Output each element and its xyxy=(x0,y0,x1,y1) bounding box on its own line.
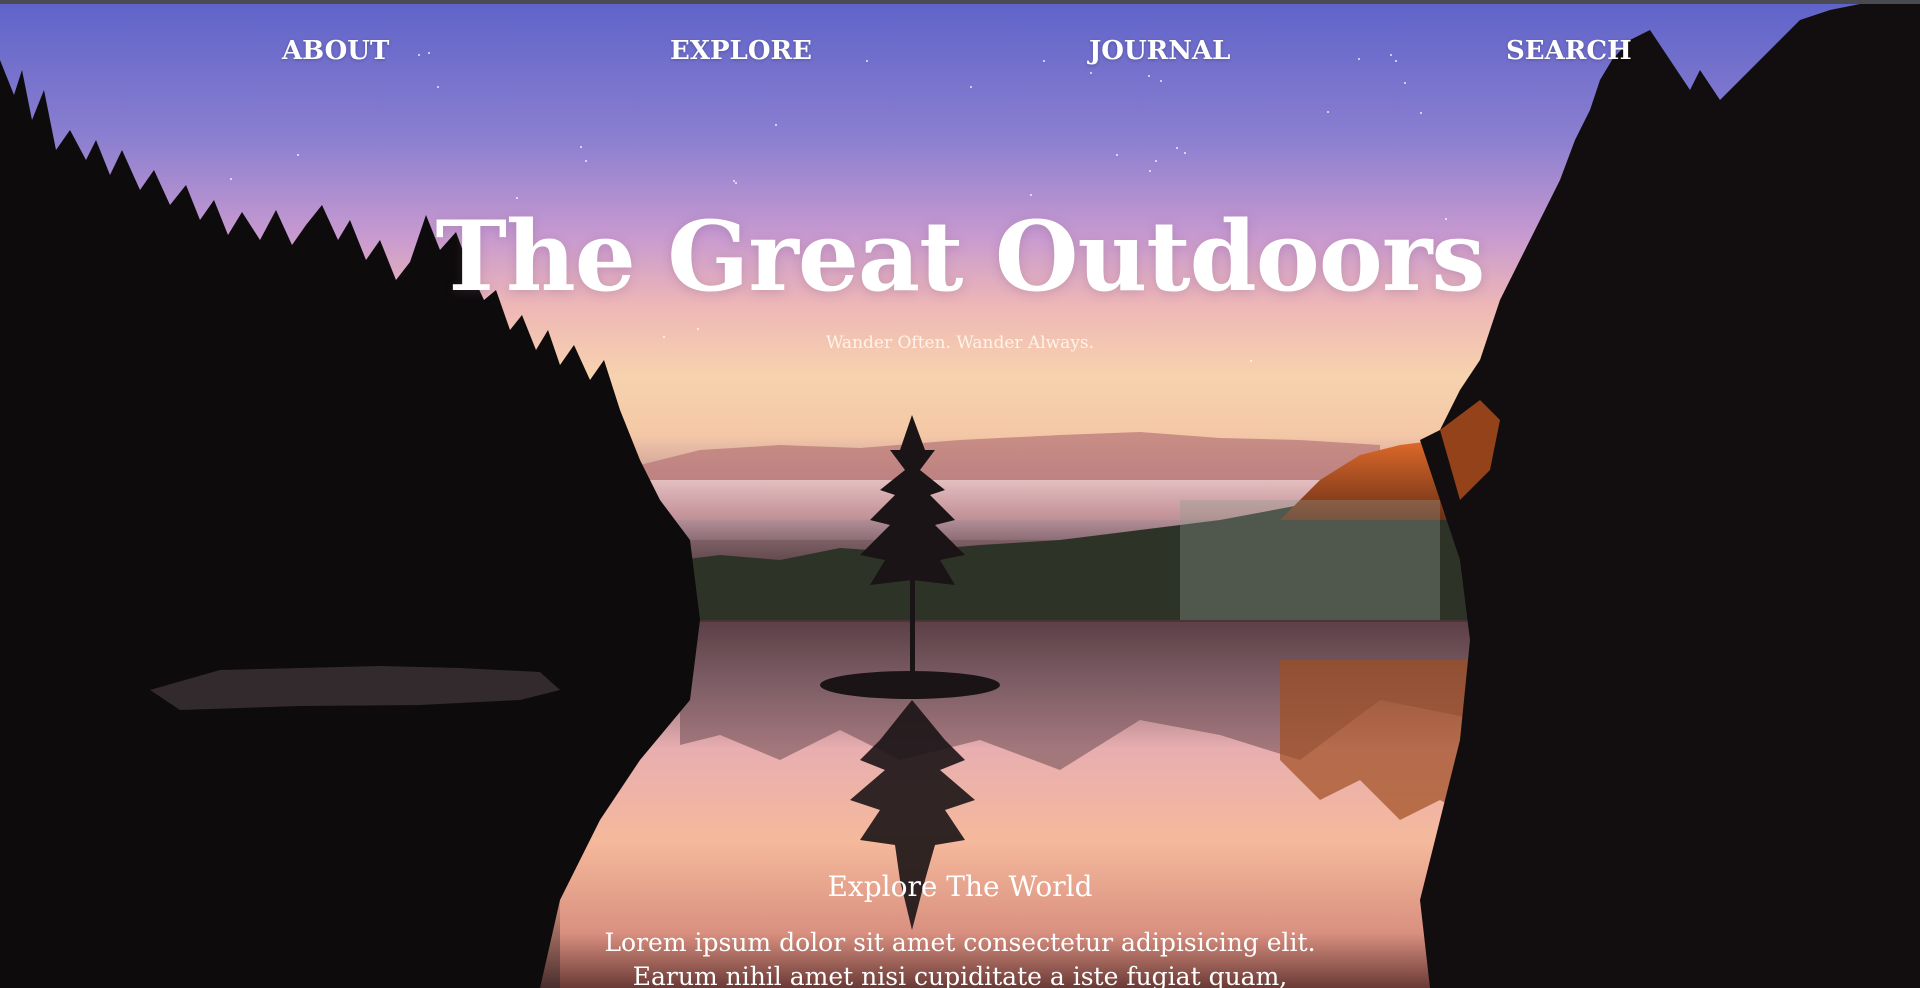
main-nav: ABOUT EXPLORE JOURNAL SEARCH xyxy=(0,36,1920,72)
landing-page: ABOUT EXPLORE JOURNAL SEARCH The Great O… xyxy=(0,0,1920,988)
hero-background-image xyxy=(0,0,1920,988)
nav-link-search[interactable]: SEARCH xyxy=(1506,36,1632,66)
hero-title: The Great Outdoors xyxy=(435,200,1486,313)
nav-link-about[interactable]: ABOUT xyxy=(282,36,389,66)
section-body-text: Lorem ipsum dolor sit amet consectetur a… xyxy=(604,928,1316,988)
nav-link-journal[interactable]: JOURNAL xyxy=(1089,36,1230,66)
section-heading: Explore The World xyxy=(827,870,1093,903)
hero-tagline: Wander Often. Wander Always. xyxy=(825,333,1095,353)
browser-top-edge xyxy=(0,0,1920,4)
nav-link-explore[interactable]: EXPLORE xyxy=(670,36,812,66)
lake-forest-landscape xyxy=(0,0,1920,988)
